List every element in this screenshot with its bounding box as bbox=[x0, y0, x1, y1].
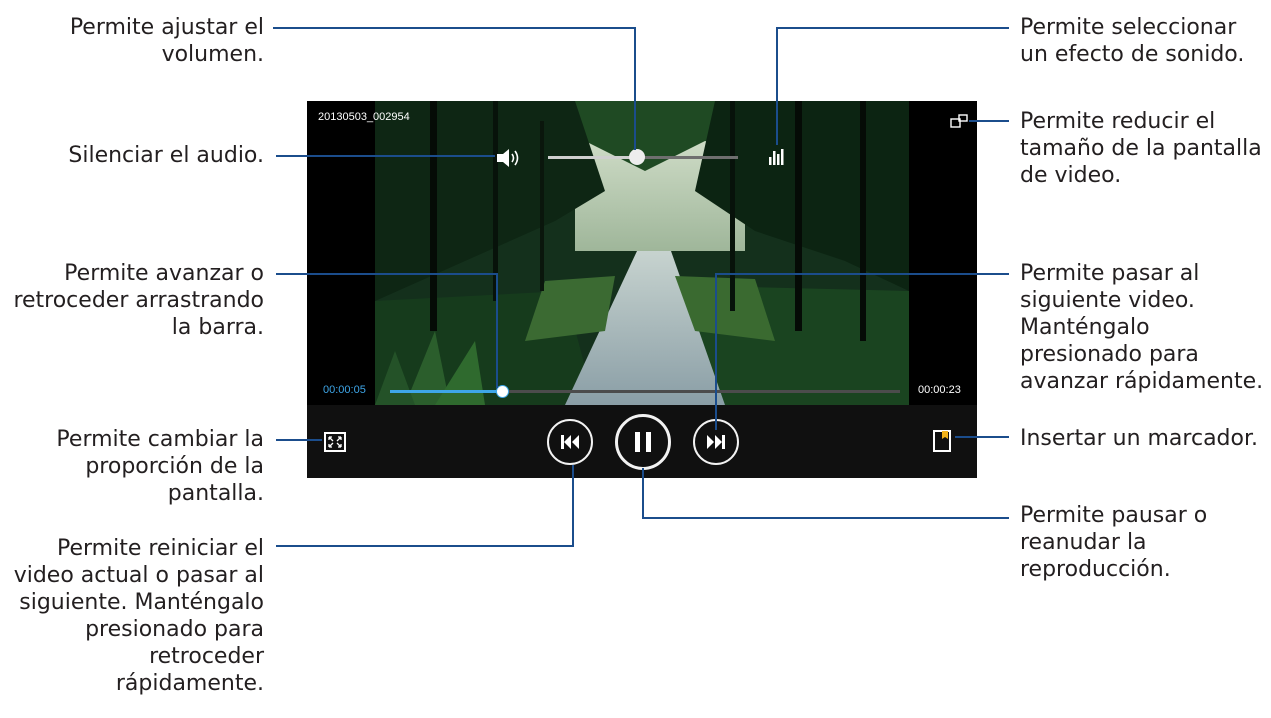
seek-progress bbox=[390, 390, 503, 393]
sound-effect-icon[interactable] bbox=[767, 147, 787, 167]
volume-slider[interactable] bbox=[548, 149, 738, 165]
pause-icon bbox=[635, 432, 651, 452]
bookmark-icon[interactable] bbox=[933, 430, 951, 452]
aspect-ratio-icon[interactable] bbox=[324, 432, 346, 452]
video-player-screen[interactable]: 20130503_002954 00:00:05 00:00:23 bbox=[307, 101, 977, 478]
callout-next: Permite pasar al siguiente video. Mantén… bbox=[1020, 261, 1264, 394]
callout-seek: Permite avanzar o retroceder arrastrando… bbox=[13, 261, 264, 340]
callout-pause: Permite pausar o reanudar la reproducció… bbox=[1020, 503, 1208, 582]
next-button[interactable] bbox=[693, 419, 739, 465]
callout-bookmark: Insertar un marcador. bbox=[1020, 426, 1258, 451]
controls-bar bbox=[307, 405, 977, 478]
time-elapsed: 00:00:05 bbox=[323, 384, 366, 396]
video-scene bbox=[375, 101, 909, 405]
volume-level bbox=[548, 156, 638, 159]
previous-icon bbox=[561, 435, 579, 449]
next-icon bbox=[707, 435, 725, 449]
callout-previous: Permite reiniciar el video actual o pasa… bbox=[13, 536, 264, 696]
seek-bar[interactable] bbox=[390, 385, 900, 398]
callout-aspect-ratio: Permite cambiar la proporción de la pant… bbox=[56, 427, 264, 506]
video-frame[interactable] bbox=[375, 101, 909, 405]
pause-button[interactable] bbox=[615, 414, 671, 470]
callout-pop-up: Permite reducir el tamaño de la pantalla… bbox=[1020, 109, 1262, 188]
speaker-icon[interactable] bbox=[496, 148, 522, 168]
callout-mute: Silenciar el audio. bbox=[68, 143, 264, 168]
callout-sound-effect: Permite seleccionar un efecto de sonido. bbox=[1020, 15, 1245, 67]
time-total: 00:00:23 bbox=[918, 384, 961, 396]
callout-volume: Permite ajustar el volumen. bbox=[69, 15, 264, 67]
pop-up-player-icon[interactable] bbox=[950, 113, 968, 128]
previous-button[interactable] bbox=[547, 419, 593, 465]
file-name: 20130503_002954 bbox=[318, 111, 410, 123]
